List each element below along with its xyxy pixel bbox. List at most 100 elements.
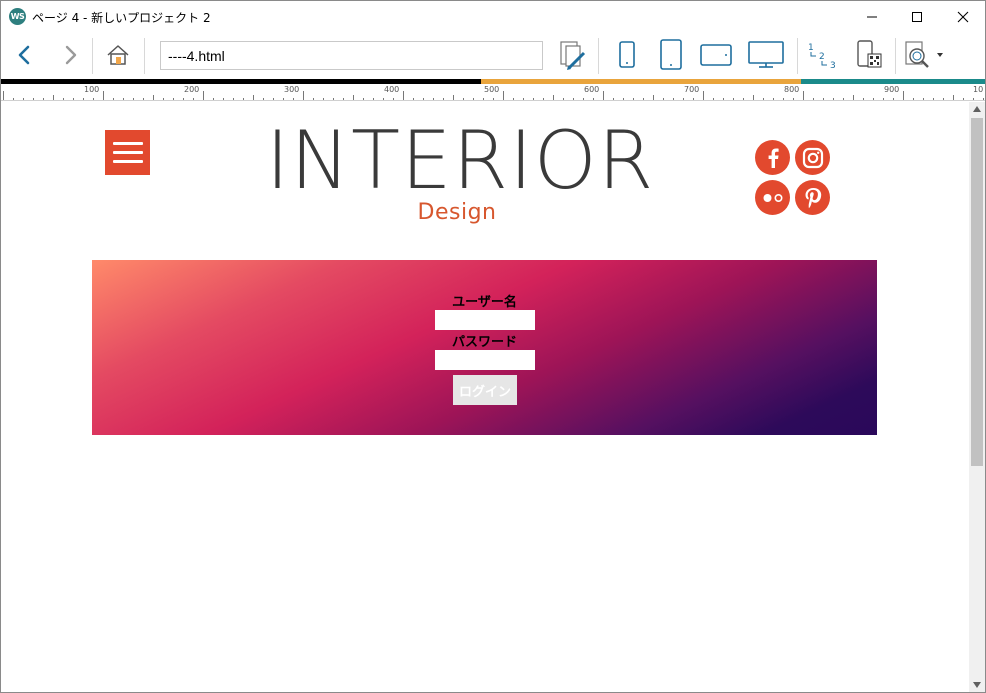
ruler-tick xyxy=(203,91,204,100)
minimize-icon xyxy=(867,16,877,17)
tablet-landscape-view-button[interactable] xyxy=(698,36,734,74)
ruler-tick xyxy=(363,98,364,100)
ruler-tick xyxy=(893,98,894,100)
username-label: ユーザー名 xyxy=(452,295,517,310)
ruler-tick xyxy=(803,91,804,100)
minimize-button[interactable] xyxy=(849,1,895,32)
ruler-tick xyxy=(543,98,544,100)
scroll-down-button[interactable] xyxy=(969,678,985,692)
ruler-tick xyxy=(433,98,434,100)
ruler-label: 700 xyxy=(684,85,700,94)
ruler-tick xyxy=(323,98,324,100)
page-canvas: INTERIOR Design ユーザー名 パスワード ログイン xyxy=(1,102,969,692)
ruler-tick xyxy=(663,98,664,100)
ruler-label: 10 xyxy=(973,85,984,94)
svg-text:3: 3 xyxy=(830,61,836,70)
ruler-tick xyxy=(493,98,494,100)
ruler-tick xyxy=(413,98,414,100)
ruler-tick xyxy=(163,98,164,100)
numbered-steps-icon: 1 2 3 xyxy=(808,43,836,70)
facebook-icon xyxy=(768,148,779,168)
ruler-tick xyxy=(873,98,874,100)
ruler-tick xyxy=(193,98,194,100)
desktop-view-button[interactable] xyxy=(746,36,786,74)
ruler-tick xyxy=(13,98,14,100)
ruler-tick xyxy=(93,98,94,100)
ruler-tick xyxy=(523,98,524,100)
ruler-tick xyxy=(133,98,134,100)
facebook-button[interactable] xyxy=(755,140,790,175)
ruler-tick xyxy=(963,98,964,100)
ruler-tick xyxy=(723,98,724,100)
ruler-tick xyxy=(213,98,214,100)
ruler-tick xyxy=(633,98,634,100)
ruler-label: 900 xyxy=(884,85,900,94)
password-label: パスワード xyxy=(451,335,517,350)
ruler-tick xyxy=(33,98,34,100)
ruler-tick xyxy=(23,98,24,100)
ruler-tick xyxy=(733,98,734,100)
scroll-thumb[interactable] xyxy=(971,118,983,466)
mobile-preview-qr-button[interactable] xyxy=(852,36,886,74)
url-field[interactable] xyxy=(160,41,543,70)
hamburger-line xyxy=(112,142,143,145)
home-button[interactable] xyxy=(102,36,134,74)
svg-text:2: 2 xyxy=(819,52,825,62)
chevron-up-icon xyxy=(973,106,981,112)
login-form: ユーザー名 パスワード ログイン xyxy=(92,260,877,435)
username-input[interactable] xyxy=(435,310,535,330)
forward-button[interactable] xyxy=(56,36,86,74)
ruler-tick xyxy=(653,95,654,100)
pinterest-button[interactable] xyxy=(795,180,830,215)
ruler-tick xyxy=(373,98,374,100)
ruler-tick xyxy=(473,98,474,100)
ruler-tick xyxy=(113,98,114,100)
back-button[interactable] xyxy=(9,36,39,74)
ruler-tick xyxy=(43,98,44,100)
preview-dropdown-button[interactable] xyxy=(903,36,947,74)
instagram-button[interactable] xyxy=(795,140,830,175)
ruler-tick xyxy=(593,98,594,100)
pinterest-icon xyxy=(805,187,821,208)
ruler-tick xyxy=(983,98,984,100)
page-edit-icon xyxy=(560,41,586,70)
password-input[interactable] xyxy=(435,350,535,370)
tab-order-button[interactable]: 1 2 3 xyxy=(805,36,839,74)
vertical-scrollbar[interactable] xyxy=(969,102,985,692)
ruler-tick xyxy=(293,98,294,100)
ruler-tick xyxy=(353,95,354,100)
flickr-icon xyxy=(763,193,783,202)
ruler-tick xyxy=(73,98,74,100)
horizontal-ruler: 100 200 300 400 500 600 700 800 900 10 xyxy=(1,84,985,101)
ruler-tick xyxy=(63,98,64,100)
app-window: WS ページ 4 - 新しいプロジェクト 2 ----4.html 1 2 3 … xyxy=(0,0,986,693)
ruler-tick xyxy=(743,98,744,100)
ruler-tick xyxy=(913,98,914,100)
close-button[interactable] xyxy=(940,1,985,32)
phone-portrait-view-button[interactable] xyxy=(612,36,642,74)
ruler-tick xyxy=(83,98,84,100)
logo-title: INTERIOR xyxy=(265,114,655,207)
flickr-button[interactable] xyxy=(755,180,790,215)
ruler-tick xyxy=(753,95,754,100)
tablet-portrait-view-button[interactable] xyxy=(656,36,686,74)
maximize-icon xyxy=(912,11,922,22)
scroll-up-button[interactable] xyxy=(969,102,985,116)
edit-page-button[interactable] xyxy=(556,36,590,74)
ruler-tick xyxy=(283,98,284,100)
maximize-button[interactable] xyxy=(894,1,940,32)
hamburger-line xyxy=(112,151,143,154)
ruler-tick xyxy=(703,91,704,100)
ruler-label: 300 xyxy=(284,85,300,94)
login-button[interactable]: ログイン xyxy=(453,375,517,405)
menu-button[interactable] xyxy=(105,130,150,175)
ruler-tick xyxy=(393,98,394,100)
ruler-tick xyxy=(933,98,934,100)
ruler-tick xyxy=(623,98,624,100)
ruler-tick xyxy=(153,95,154,100)
ruler-tick xyxy=(453,95,454,100)
svg-text:1: 1 xyxy=(808,43,814,53)
home-icon xyxy=(107,45,129,65)
url-input[interactable] xyxy=(168,47,535,64)
logo-subtitle: Design xyxy=(417,200,497,225)
